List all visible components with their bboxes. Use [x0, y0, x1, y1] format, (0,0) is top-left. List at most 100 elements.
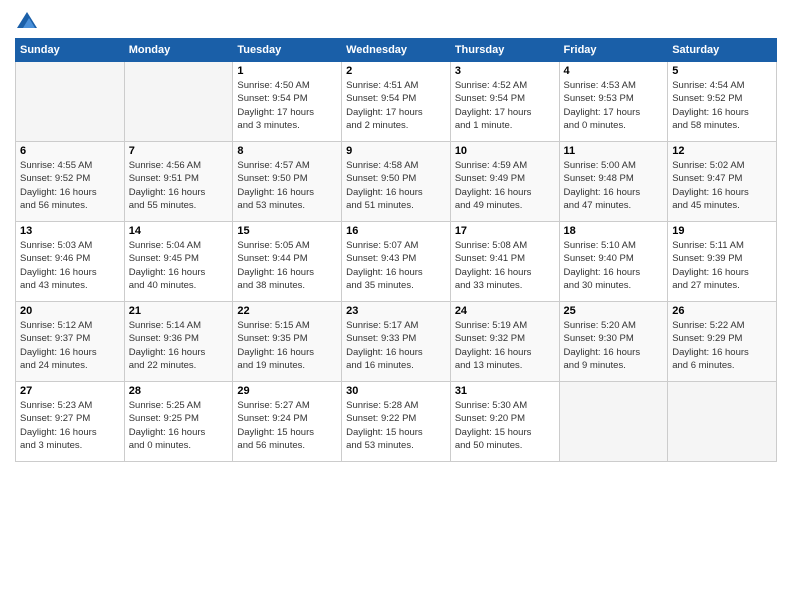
day-number: 28 — [129, 385, 229, 397]
calendar-cell: 14 Sunrise: 5:04 AM Sunset: 9:45 PM Dayli… — [124, 222, 233, 302]
day-info: Sunrise: 5:03 AM Sunset: 9:46 PM Dayligh… — [20, 239, 120, 292]
day-number: 17 — [455, 225, 555, 237]
day-info: Sunrise: 5:19 AM Sunset: 9:32 PM Dayligh… — [455, 319, 555, 372]
day-number: 30 — [346, 385, 446, 397]
week-row-3: 13 Sunrise: 5:03 AM Sunset: 9:46 PM Dayli… — [16, 222, 777, 302]
day-info: Sunrise: 5:20 AM Sunset: 9:30 PM Dayligh… — [564, 319, 664, 372]
day-number: 21 — [129, 305, 229, 317]
day-info: Sunrise: 5:02 AM Sunset: 9:47 PM Dayligh… — [672, 159, 772, 212]
day-number: 19 — [672, 225, 772, 237]
day-number: 31 — [455, 385, 555, 397]
day-info: Sunrise: 5:12 AM Sunset: 9:37 PM Dayligh… — [20, 319, 120, 372]
day-info: Sunrise: 5:22 AM Sunset: 9:29 PM Dayligh… — [672, 319, 772, 372]
day-info: Sunrise: 5:10 AM Sunset: 9:40 PM Dayligh… — [564, 239, 664, 292]
calendar-cell: 5 Sunrise: 4:54 AM Sunset: 9:52 PM Daylig… — [668, 62, 777, 142]
calendar-table: SundayMondayTuesdayWednesdayThursdayFrid… — [15, 38, 777, 462]
day-number: 20 — [20, 305, 120, 317]
calendar-cell — [559, 382, 668, 462]
calendar-cell: 8 Sunrise: 4:57 AM Sunset: 9:50 PM Daylig… — [233, 142, 342, 222]
day-info: Sunrise: 4:51 AM Sunset: 9:54 PM Dayligh… — [346, 79, 446, 132]
day-info: Sunrise: 5:17 AM Sunset: 9:33 PM Dayligh… — [346, 319, 446, 372]
week-row-2: 6 Sunrise: 4:55 AM Sunset: 9:52 PM Daylig… — [16, 142, 777, 222]
calendar-cell: 1Sunrise: 4:50 AM Sunset: 9:54 PM Daylig… — [233, 62, 342, 142]
calendar-cell: 10 Sunrise: 4:59 AM Sunset: 9:49 PM Dayli… — [450, 142, 559, 222]
day-info: Sunrise: 5:07 AM Sunset: 9:43 PM Dayligh… — [346, 239, 446, 292]
calendar-cell: 15 Sunrise: 5:05 AM Sunset: 9:44 PM Dayli… — [233, 222, 342, 302]
calendar-body: 1Sunrise: 4:50 AM Sunset: 9:54 PM Daylig… — [16, 62, 777, 462]
day-number: 24 — [455, 305, 555, 317]
day-number: 9 — [346, 145, 446, 157]
week-row-4: 20 Sunrise: 5:12 AM Sunset: 9:37 PM Dayli… — [16, 302, 777, 382]
day-info: Sunrise: 4:59 AM Sunset: 9:49 PM Dayligh… — [455, 159, 555, 212]
calendar-cell: 12 Sunrise: 5:02 AM Sunset: 9:47 PM Dayli… — [668, 142, 777, 222]
header-monday: Monday — [124, 39, 233, 62]
day-number: 10 — [455, 145, 555, 157]
header-saturday: Saturday — [668, 39, 777, 62]
day-number: 22 — [237, 305, 337, 317]
header-wednesday: Wednesday — [342, 39, 451, 62]
calendar-cell: 31 Sunrise: 5:30 AM Sunset: 9:20 PM Dayli… — [450, 382, 559, 462]
day-info: Sunrise: 5:11 AM Sunset: 9:39 PM Dayligh… — [672, 239, 772, 292]
day-number: 8 — [237, 145, 337, 157]
day-number: 5 — [672, 65, 772, 77]
week-row-1: 1Sunrise: 4:50 AM Sunset: 9:54 PM Daylig… — [16, 62, 777, 142]
day-info: Sunrise: 5:28 AM Sunset: 9:22 PM Dayligh… — [346, 399, 446, 452]
calendar-cell: 13 Sunrise: 5:03 AM Sunset: 9:46 PM Dayli… — [16, 222, 125, 302]
day-number: 16 — [346, 225, 446, 237]
day-info: Sunrise: 5:25 AM Sunset: 9:25 PM Dayligh… — [129, 399, 229, 452]
day-info: Sunrise: 5:30 AM Sunset: 9:20 PM Dayligh… — [455, 399, 555, 452]
calendar-cell: 21 Sunrise: 5:14 AM Sunset: 9:36 PM Dayli… — [124, 302, 233, 382]
day-number: 23 — [346, 305, 446, 317]
calendar-cell: 18Sunrise: 5:10 AM Sunset: 9:40 PM Dayli… — [559, 222, 668, 302]
day-info: Sunrise: 4:57 AM Sunset: 9:50 PM Dayligh… — [237, 159, 337, 212]
calendar-cell: 11Sunrise: 5:00 AM Sunset: 9:48 PM Dayli… — [559, 142, 668, 222]
day-number: 12 — [672, 145, 772, 157]
day-info: Sunrise: 5:08 AM Sunset: 9:41 PM Dayligh… — [455, 239, 555, 292]
day-info: Sunrise: 5:14 AM Sunset: 9:36 PM Dayligh… — [129, 319, 229, 372]
header-thursday: Thursday — [450, 39, 559, 62]
calendar-cell: 20 Sunrise: 5:12 AM Sunset: 9:37 PM Dayli… — [16, 302, 125, 382]
day-number: 4 — [564, 65, 664, 77]
calendar-cell: 24 Sunrise: 5:19 AM Sunset: 9:32 PM Dayli… — [450, 302, 559, 382]
calendar-cell: 3Sunrise: 4:52 AM Sunset: 9:54 PM Daylig… — [450, 62, 559, 142]
calendar-cell: 28 Sunrise: 5:25 AM Sunset: 9:25 PM Dayli… — [124, 382, 233, 462]
header-sunday: Sunday — [16, 39, 125, 62]
day-info: Sunrise: 4:54 AM Sunset: 9:52 PM Dayligh… — [672, 79, 772, 132]
day-info: Sunrise: 5:05 AM Sunset: 9:44 PM Dayligh… — [237, 239, 337, 292]
logo-icon — [15, 10, 39, 30]
calendar-cell — [16, 62, 125, 142]
calendar-cell: 23 Sunrise: 5:17 AM Sunset: 9:33 PM Dayli… — [342, 302, 451, 382]
day-number: 1 — [237, 65, 337, 77]
day-number: 6 — [20, 145, 120, 157]
day-number: 29 — [237, 385, 337, 397]
calendar-cell: 4 Sunrise: 4:53 AM Sunset: 9:53 PM Daylig… — [559, 62, 668, 142]
page-header — [15, 10, 777, 30]
day-number: 2 — [346, 65, 446, 77]
day-info: Sunrise: 4:56 AM Sunset: 9:51 PM Dayligh… — [129, 159, 229, 212]
header-friday: Friday — [559, 39, 668, 62]
calendar-cell: 27Sunrise: 5:23 AM Sunset: 9:27 PM Dayli… — [16, 382, 125, 462]
day-number: 14 — [129, 225, 229, 237]
day-number: 25 — [564, 305, 664, 317]
calendar-cell: 2 Sunrise: 4:51 AM Sunset: 9:54 PM Daylig… — [342, 62, 451, 142]
day-info: Sunrise: 4:55 AM Sunset: 9:52 PM Dayligh… — [20, 159, 120, 212]
day-info: Sunrise: 4:58 AM Sunset: 9:50 PM Dayligh… — [346, 159, 446, 212]
calendar-cell: 17 Sunrise: 5:08 AM Sunset: 9:41 PM Dayli… — [450, 222, 559, 302]
calendar-cell — [124, 62, 233, 142]
calendar-cell: 26 Sunrise: 5:22 AM Sunset: 9:29 PM Dayli… — [668, 302, 777, 382]
calendar-cell: 19 Sunrise: 5:11 AM Sunset: 9:39 PM Dayli… — [668, 222, 777, 302]
day-number: 13 — [20, 225, 120, 237]
calendar-cell: 9 Sunrise: 4:58 AM Sunset: 9:50 PM Daylig… — [342, 142, 451, 222]
day-number: 27 — [20, 385, 120, 397]
day-info: Sunrise: 5:00 AM Sunset: 9:48 PM Dayligh… — [564, 159, 664, 212]
day-number: 26 — [672, 305, 772, 317]
header-tuesday: Tuesday — [233, 39, 342, 62]
day-info: Sunrise: 4:53 AM Sunset: 9:53 PM Dayligh… — [564, 79, 664, 132]
calendar-cell: 25 Sunrise: 5:20 AM Sunset: 9:30 PM Dayli… — [559, 302, 668, 382]
day-number: 15 — [237, 225, 337, 237]
calendar-cell: 30 Sunrise: 5:28 AM Sunset: 9:22 PM Dayli… — [342, 382, 451, 462]
day-info: Sunrise: 5:04 AM Sunset: 9:45 PM Dayligh… — [129, 239, 229, 292]
day-number: 7 — [129, 145, 229, 157]
calendar-header-row: SundayMondayTuesdayWednesdayThursdayFrid… — [16, 39, 777, 62]
week-row-5: 27Sunrise: 5:23 AM Sunset: 9:27 PM Dayli… — [16, 382, 777, 462]
